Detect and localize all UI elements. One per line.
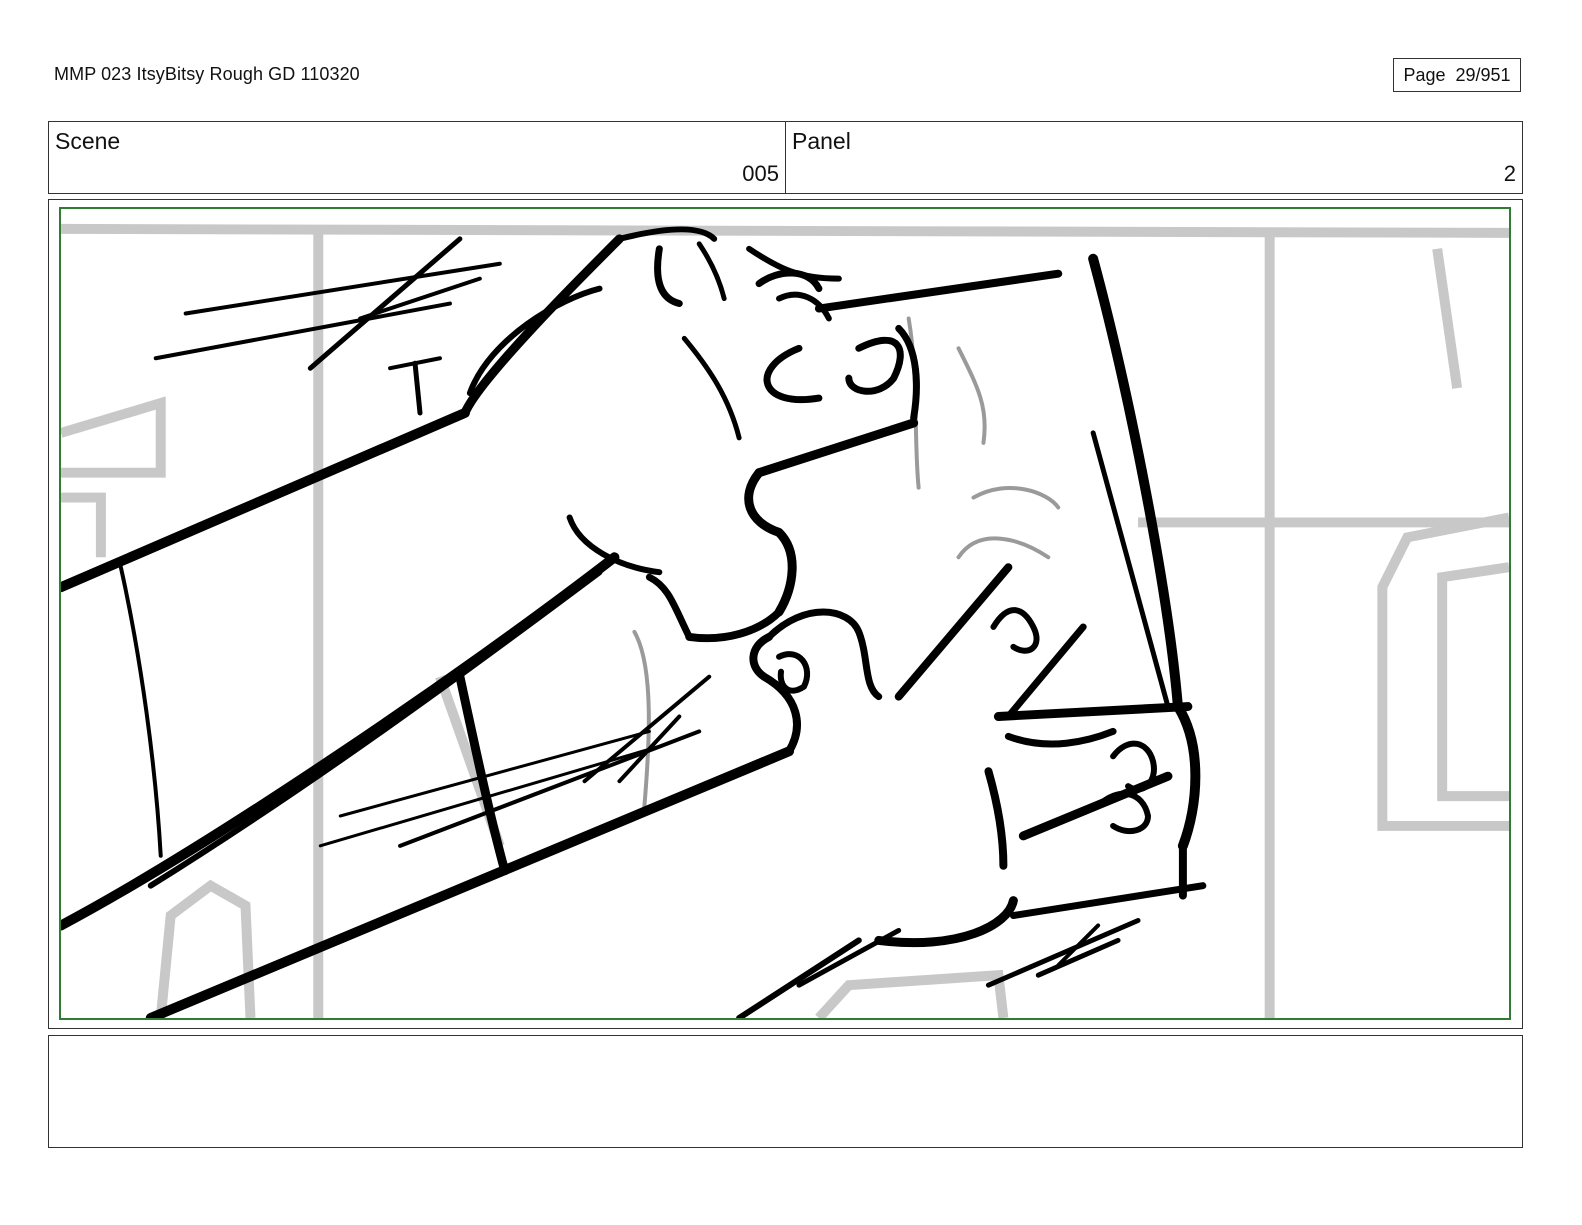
scene-number: 005 [742, 161, 779, 186]
document-title: MMP 023 ItsyBitsy Rough GD 110320 [54, 64, 360, 84]
sketch-drawing [61, 223, 1509, 1018]
panel-label: Panel [792, 128, 851, 154]
page-indicator: Page 29/951 [1393, 58, 1521, 92]
scene-cell: Scene 005 [49, 122, 785, 193]
panel-cell: Panel 2 [785, 122, 1522, 193]
panel-notes-box [48, 1035, 1523, 1148]
scene-label: Scene [55, 128, 121, 154]
page-number: 29/951 [1455, 64, 1511, 85]
storyboard-sketch [59, 207, 1511, 1020]
panel-number: 2 [1503, 161, 1516, 186]
scene-panel-header: Scene 005 Panel 2 [48, 121, 1523, 194]
storyboard-panel-frame [48, 199, 1523, 1029]
page-label: Page [1403, 64, 1446, 85]
